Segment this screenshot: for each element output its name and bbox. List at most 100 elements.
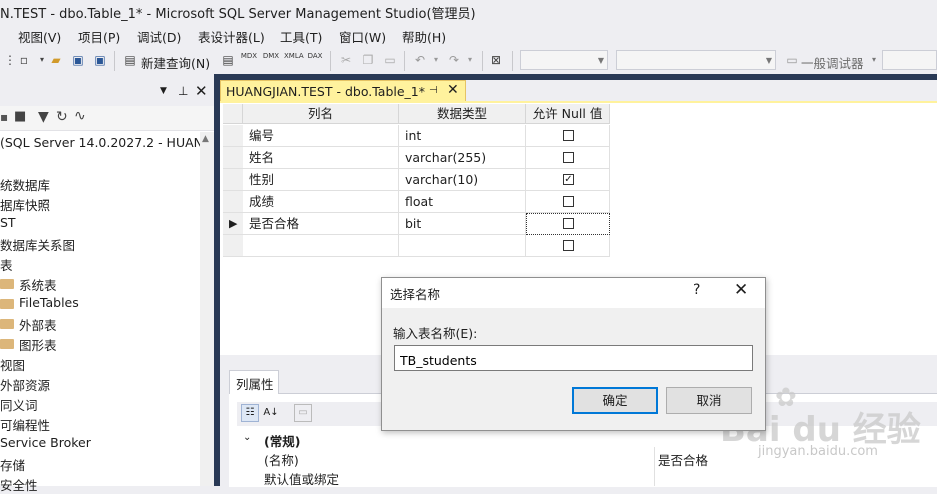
allow-null-checkbox[interactable] [563,152,574,163]
data-type-cell[interactable]: float [399,191,526,213]
data-type-cell[interactable]: varchar(255) [399,147,526,169]
table-name-input[interactable] [394,345,753,371]
redo-icon[interactable]: ↷ [446,52,462,68]
column-name-cell[interactable]: 是否合格 [243,213,399,235]
menu-help[interactable]: 帮助(H) [402,27,446,46]
paste-icon[interactable]: ▭ [382,52,398,68]
tree-item[interactable]: 表 [0,255,13,274]
tree-item[interactable]: 视图 [0,355,25,374]
new-query-button[interactable]: 新建查询(N) [141,53,210,72]
tree-item[interactable]: 外部表 [19,315,57,334]
property-pages-icon[interactable]: ▭ [294,404,312,422]
solution-config-combo[interactable]: ▼ [520,50,608,70]
tree-item[interactable]: 系统表 [19,275,57,294]
tree-item[interactable]: FileTables [19,295,79,310]
search-combo[interactable] [882,50,937,70]
tree-item[interactable]: 外部资源 [0,375,50,394]
row-selector[interactable] [223,169,243,191]
allow-null-checkbox[interactable] [563,218,574,229]
redo-dropdown-icon[interactable]: ▾ [462,52,478,68]
scroll-up-icon[interactable]: ▲ [202,134,209,144]
new-query-icon[interactable]: ▤ [122,52,138,68]
tree-item[interactable]: 统数据库 [0,175,50,194]
server-node[interactable]: (SQL Server 14.0.2027.2 - HUANG [0,135,213,150]
save-icon[interactable]: ▣ [70,52,86,68]
open-folder-icon[interactable]: ▰ [48,52,64,68]
row-header-corner [223,104,243,124]
column-name-cell[interactable]: 编号 [243,125,399,147]
tree-item[interactable]: 据库快照 [0,195,50,214]
column-name-cell[interactable]: 姓名 [243,147,399,169]
panel-dropdown-icon[interactable]: ▼ [160,86,167,96]
menu-window[interactable]: 窗口(W) [339,27,386,46]
close-icon[interactable]: ✕ [195,82,208,100]
allow-null-checkbox[interactable] [563,196,574,207]
menu-view[interactable]: 视图(V) [18,27,61,46]
column-name-cell[interactable] [243,235,399,257]
help-button[interactable]: ? [693,282,700,298]
menu-tools[interactable]: 工具(T) [280,27,322,46]
mdx-query-icon[interactable]: MDX [240,52,258,60]
save-all-icon[interactable]: ▣ [92,52,108,68]
tree-item[interactable]: Service Broker [0,435,91,450]
filter-icon[interactable]: ▼ [38,109,49,125]
tree-item[interactable]: 数据库关系图 [0,235,75,254]
data-type-cell[interactable] [399,235,526,257]
new-project-icon[interactable]: ▫ [16,52,32,68]
undo-icon[interactable]: ↶ [412,52,428,68]
debugger-button[interactable]: 一般调试器 [801,53,864,72]
dax-query-icon[interactable]: DAX [306,52,324,60]
cancel-button[interactable]: 取消 [666,387,752,414]
property-category: (常规) [264,434,301,449]
menu-project[interactable]: 项目(P) [78,27,120,46]
toolbar-separator [404,51,405,71]
stop-icon[interactable]: ■ [14,109,26,124]
refresh-icon[interactable]: ↻ [56,109,68,125]
pin-icon[interactable]: ⊣ [429,85,438,96]
database-engine-query-icon[interactable]: ▤ [220,52,236,68]
diagram-icon[interactable]: ⊠ [488,52,504,68]
pin-icon[interactable]: ⊥ [178,84,188,98]
cut-icon[interactable]: ✂ [338,52,354,68]
allow-null-checkbox[interactable] [563,130,574,141]
activity-monitor-icon[interactable]: ∿ [74,108,86,124]
column-name-cell[interactable]: 性别 [243,169,399,191]
debugger-dropdown-icon[interactable]: ▾ [866,52,882,68]
categorized-icon[interactable]: ☷ [241,404,259,422]
copy-icon[interactable]: ❐ [360,52,376,68]
vertical-scrollbar[interactable] [200,132,214,486]
menu-table-designer[interactable]: 表设计器(L) [198,27,265,46]
xmla-query-icon[interactable]: XMLA [284,52,304,60]
dmx-query-icon[interactable]: DMX [262,52,280,60]
close-icon[interactable]: ✕ [447,82,459,98]
tree-item[interactable]: 安全性 [0,475,38,494]
data-type-cell[interactable]: int [399,125,526,147]
collapse-icon[interactable]: ⌄ [243,432,251,443]
object-explorer-toolbar [0,106,214,131]
alphabetical-icon[interactable]: A↓ [262,404,280,422]
menu-debug[interactable]: 调试(D) [137,27,181,46]
property-value[interactable]: 是否合格 [658,450,708,469]
allow-null-checkbox[interactable] [563,240,574,251]
data-type-cell[interactable]: varchar(10) [399,169,526,191]
row-selector[interactable] [223,235,243,257]
row-selector[interactable] [223,125,243,147]
disconnect-icon[interactable]: ▪ [0,110,8,124]
tree-item[interactable]: 同义词 [0,395,38,414]
folder-icon [0,279,14,289]
undo-dropdown-icon[interactable]: ▾ [428,52,444,68]
data-type-cell[interactable]: bit [399,213,526,235]
allow-null-checkbox[interactable]: ✓ [563,174,574,185]
close-icon[interactable]: ✕ [734,280,748,300]
tree-item[interactable]: ST [0,215,16,230]
ok-button[interactable]: 确定 [572,387,658,414]
row-selector[interactable] [223,191,243,213]
toolbar-separator [512,51,513,71]
platform-combo[interactable]: ▼ [616,50,776,70]
tab-label: 列属性 [236,377,274,392]
tree-item[interactable]: 图形表 [19,335,57,354]
column-name-cell[interactable]: 成绩 [243,191,399,213]
tree-item[interactable]: 存储 [0,455,25,474]
row-selector[interactable] [223,147,243,169]
tree-item[interactable]: 可编程性 [0,415,50,434]
